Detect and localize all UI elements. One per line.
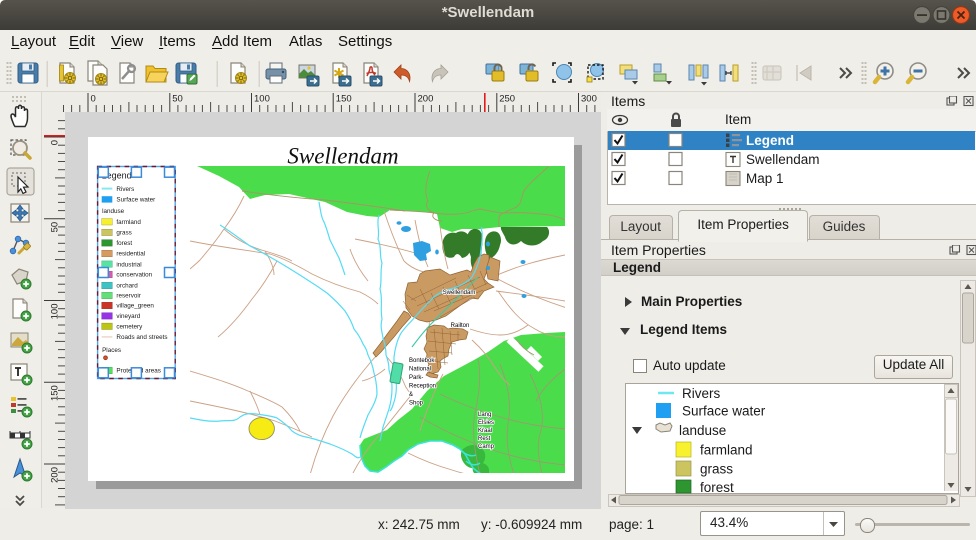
svg-text:&: & (409, 392, 413, 398)
svg-text:Kraal: Kraal (478, 428, 492, 434)
svg-text:Rivers: Rivers (116, 186, 134, 193)
svg-text:Bontebok: Bontebok (409, 358, 435, 364)
svg-text:Elsies: Elsies (478, 420, 494, 426)
svg-text:Lang: Lang (478, 412, 491, 418)
svg-text:Rest: Rest (478, 436, 491, 442)
svg-text:grass: grass (116, 230, 131, 237)
svg-text:farmland: farmland (116, 219, 141, 226)
svg-text:National: National (409, 367, 431, 373)
svg-text:orchard: orchard (116, 283, 138, 290)
svg-text:Swellendam: Swellendam (287, 144, 398, 169)
svg-text:Park-: Park- (409, 375, 423, 381)
svg-text:landuse: landuse (679, 423, 726, 438)
svg-text:village_green: village_green (116, 303, 154, 310)
svg-text:Roads and streets: Roads and streets (116, 334, 167, 341)
svg-text:cemetery: cemetery (116, 324, 143, 331)
svg-text:grass: grass (700, 462, 733, 477)
svg-text:Camp: Camp (478, 444, 495, 450)
svg-text:Rivers: Rivers (682, 386, 721, 401)
svg-text:Places: Places (102, 347, 121, 354)
svg-text:residential: residential (116, 251, 145, 258)
svg-text:vineyard: vineyard (116, 313, 140, 320)
svg-text:forest: forest (116, 240, 132, 247)
svg-text:conservation: conservation (116, 272, 152, 279)
svg-text:farmland: farmland (700, 443, 753, 458)
svg-text:300: 300 (581, 94, 597, 105)
svg-text:50: 50 (172, 94, 183, 105)
svg-text:landuse: landuse (102, 208, 125, 215)
svg-text:200: 200 (418, 94, 434, 105)
svg-text:0: 0 (49, 140, 60, 145)
svg-text:Surface water: Surface water (116, 197, 155, 204)
svg-text:industrial: industrial (116, 261, 141, 268)
svg-text:0: 0 (91, 94, 96, 105)
svg-text:150: 150 (336, 94, 352, 105)
svg-text:Shop: Shop (409, 401, 424, 407)
svg-text:Swellendam: Swellendam (443, 290, 476, 296)
svg-text:forest: forest (700, 480, 734, 494)
svg-text:Railton: Railton (451, 323, 470, 329)
svg-text:Reception: Reception (409, 384, 436, 390)
svg-text:100: 100 (254, 94, 270, 105)
svg-text:Surface water: Surface water (682, 404, 766, 419)
svg-text:250: 250 (499, 94, 515, 105)
svg-text:reservoir: reservoir (116, 293, 140, 300)
